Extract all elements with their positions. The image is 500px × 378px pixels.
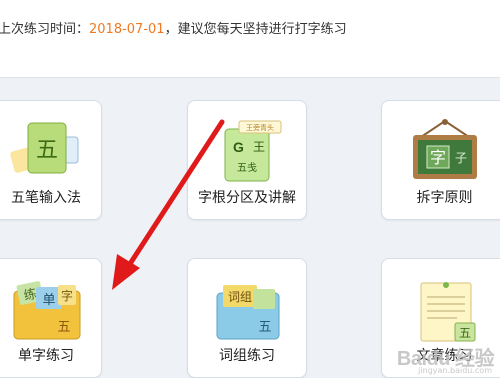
red-annotation-arrow <box>112 119 225 290</box>
baidu-watermark-url: jingyan.baidu.com <box>418 366 492 375</box>
